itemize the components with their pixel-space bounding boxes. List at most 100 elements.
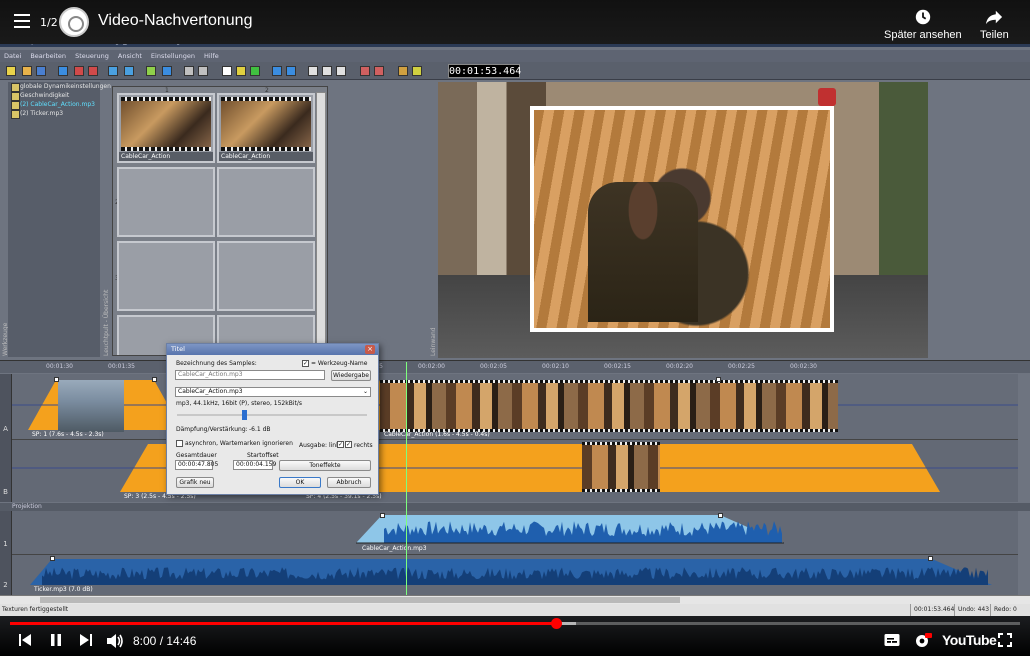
keyframe-handle[interactable] <box>716 377 721 382</box>
share-button[interactable]: Teilen <box>980 8 1009 41</box>
menu-item[interactable]: Einstellungen <box>151 52 195 60</box>
fullscreen-icon[interactable] <box>998 633 1012 647</box>
subtitles-icon[interactable] <box>884 633 900 647</box>
toolbar-button-icon[interactable] <box>88 66 98 76</box>
tool-tree-item[interactable]: Geschwindigkeit <box>8 91 100 101</box>
settings-gear-icon[interactable] <box>914 633 932 649</box>
scrubber-knob[interactable] <box>551 618 563 629</box>
toolbar-button-icon[interactable] <box>58 66 68 76</box>
played-bar <box>10 622 557 625</box>
cancel-button[interactable]: Abbruch <box>327 477 371 488</box>
tool-tree-item[interactable]: (2) CableCar_Action.mp3 <box>8 100 100 110</box>
right-channel-checkbox[interactable]: ✓ <box>345 441 352 448</box>
playback-button[interactable]: Wiedergabe <box>331 370 371 381</box>
youtube-logo[interactable]: YouTube <box>942 632 997 648</box>
toolbar-button-icon[interactable] <box>124 66 134 76</box>
clip-city-thumbnail[interactable] <box>58 380 124 432</box>
toolbar-button-icon[interactable] <box>74 66 84 76</box>
volume-handle[interactable] <box>928 556 933 561</box>
image-track-b: SP: 3 (2.5s - 4.5s - 2.5s) SP: 4 (2.5s -… <box>12 440 1018 502</box>
toolbar-button-icon[interactable] <box>36 66 46 76</box>
toolbar-button-icon[interactable] <box>108 66 118 76</box>
tool-name-checkbox[interactable]: ✓ <box>302 360 309 367</box>
toolbar-button-icon[interactable] <box>412 66 422 76</box>
audio-track-2-header[interactable]: 2 <box>0 555 12 595</box>
toolbar-button-icon[interactable] <box>184 66 194 76</box>
menu-item[interactable]: Bearbeiten <box>30 52 66 60</box>
next-icon[interactable] <box>79 633 93 647</box>
clip-cablecar-street[interactable] <box>582 442 660 492</box>
timeline-ruler[interactable]: 00:01:3000:01:3500:01:4000:01:4500:01:50… <box>0 360 1030 373</box>
menu-item[interactable]: Steuerung <box>75 52 109 60</box>
watch-later-button[interactable]: Später ansehen <box>884 8 962 41</box>
toolbar-button-icon[interactable] <box>272 66 282 76</box>
lighttable-empty-slot[interactable] <box>117 167 215 237</box>
timeline-scrollbar[interactable] <box>0 595 1030 604</box>
clip-cablecar-video[interactable] <box>380 380 838 432</box>
lighttable-empty-slot[interactable] <box>217 241 315 311</box>
lighttable-slide[interactable]: CableCar_Action <box>217 93 315 163</box>
lighttable-scrollbar[interactable] <box>316 92 326 354</box>
channel-logo[interactable] <box>59 7 89 37</box>
toolbar-button-icon[interactable] <box>250 66 260 76</box>
keyframe-handle[interactable] <box>152 377 157 382</box>
new-graphic-button[interactable]: Grafik neu <box>176 477 214 488</box>
toolbar-button-icon[interactable] <box>336 66 346 76</box>
ok-button[interactable]: OK <box>279 477 321 488</box>
pause-icon[interactable] <box>49 633 63 647</box>
lighttable-empty-slot[interactable] <box>117 241 215 311</box>
toolbar-button-icon[interactable] <box>146 66 156 76</box>
tool-tree-item[interactable]: globale Dynamikeinstellungen <box>8 82 111 92</box>
audio-1-waveform <box>356 515 784 544</box>
left-channel-checkbox[interactable]: ✓ <box>337 441 344 448</box>
damping-slider-knob[interactable] <box>241 410 247 420</box>
youtube-top-bar: 1/2 Video-Nachvertonung Später ansehen T… <box>0 0 1030 44</box>
volume-handle[interactable] <box>380 513 385 518</box>
toolbar-button-icon[interactable] <box>198 66 208 76</box>
menu-item[interactable]: Datei <box>4 52 21 60</box>
volume-handle[interactable] <box>718 513 723 518</box>
ruler-tick-label: 00:02:20 <box>666 363 693 370</box>
toolbar-button-icon[interactable] <box>322 66 332 76</box>
tool-tree-item[interactable]: (2) Ticker.mp3 <box>8 109 100 119</box>
async-checkbox[interactable] <box>176 440 183 447</box>
toolbar-button-icon[interactable] <box>6 66 16 76</box>
start-offset-field[interactable]: 00:00:04.159 <box>233 460 276 470</box>
track-a-header[interactable]: A <box>0 374 12 440</box>
toolbar-button-icon[interactable] <box>222 66 232 76</box>
toolbar-button-icon[interactable] <box>162 66 172 76</box>
total-duration-field[interactable]: 00:00:47.805 <box>175 460 218 470</box>
dialog-close-button[interactable]: × <box>365 345 375 354</box>
video-title[interactable]: Video-Nachvertonung <box>98 12 252 30</box>
sample-name-field[interactable]: CableCar_Action.mp3 <box>175 370 325 380</box>
track-b-header[interactable]: B <box>0 440 12 502</box>
playlist-menu-icon[interactable] <box>14 14 30 28</box>
toolbar-button-icon[interactable] <box>360 66 370 76</box>
previous-icon[interactable] <box>18 633 32 647</box>
keyframe-handle[interactable] <box>54 377 59 382</box>
volume-handle[interactable] <box>50 556 55 561</box>
video-progress-bar[interactable] <box>10 618 1020 629</box>
image-track-a: SP: 1 (7.6s - 4.5s - 2.3s) CableCar_Acti… <box>12 374 1018 440</box>
volume-icon[interactable] <box>106 633 124 649</box>
menu-item[interactable]: Ansicht <box>118 52 142 60</box>
damping-slider[interactable] <box>177 410 367 420</box>
toolbar-button-icon[interactable] <box>236 66 246 76</box>
preview-canvas[interactable] <box>438 82 928 358</box>
slide-thumbnail <box>221 97 311 151</box>
playhead-line[interactable] <box>406 362 407 596</box>
toolbar-button-icon[interactable] <box>22 66 32 76</box>
sound-effects-button[interactable]: Toneffekte <box>279 460 371 471</box>
menu-item[interactable]: Hilfe <box>204 52 219 60</box>
toolbar-button-icon[interactable] <box>308 66 318 76</box>
lighttable-empty-slot[interactable] <box>217 167 315 237</box>
projection-splitter[interactable]: Projektion <box>0 503 1030 511</box>
scrollbar-thumb[interactable] <box>40 597 680 603</box>
timecode-display: 00:01:53.464 <box>448 64 522 78</box>
lighttable-slide[interactable]: CableCar_Action <box>117 93 215 163</box>
toolbar-button-icon[interactable] <box>286 66 296 76</box>
audio-track-1-header[interactable]: 1 <box>0 511 12 555</box>
toolbar-button-icon[interactable] <box>398 66 408 76</box>
file-select[interactable]: CableCar_Action.mp3 ⌄ <box>175 387 371 397</box>
toolbar-button-icon[interactable] <box>374 66 384 76</box>
